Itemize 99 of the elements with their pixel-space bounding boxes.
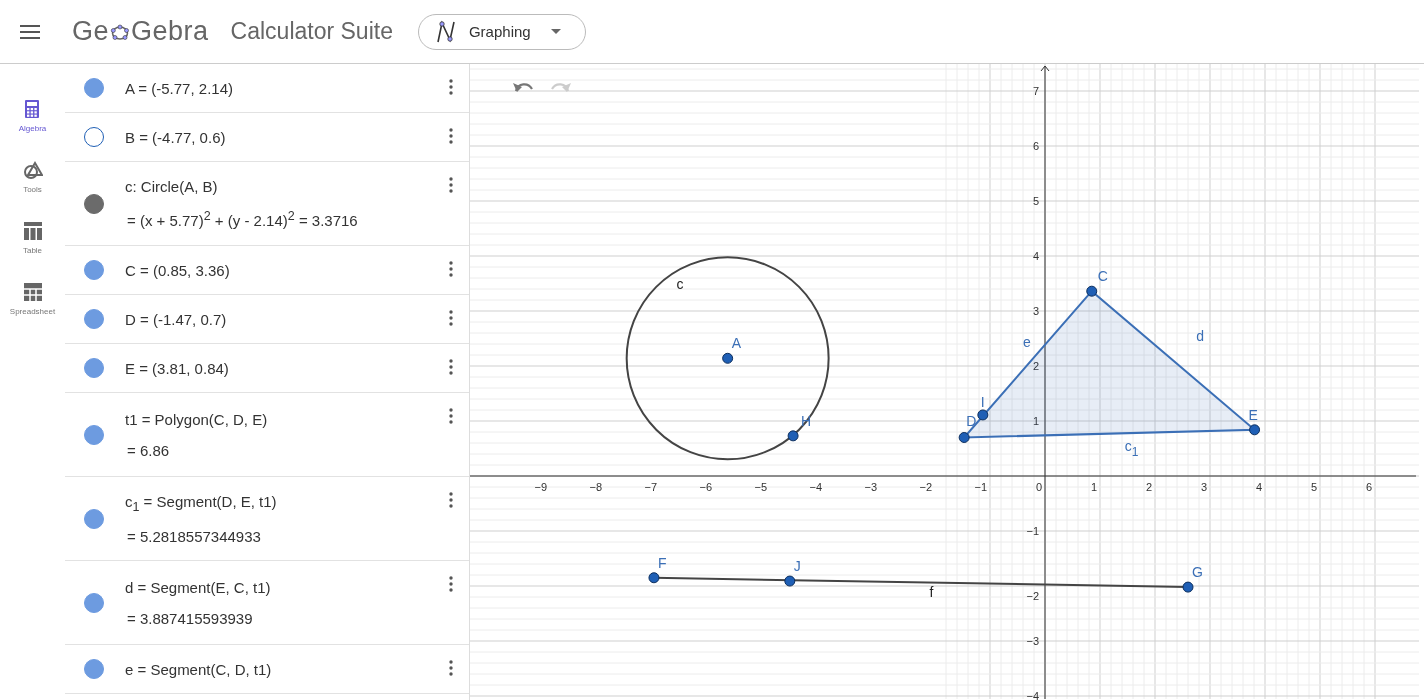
visibility-toggle[interactable] xyxy=(84,193,104,214)
point-label: G xyxy=(1192,564,1203,581)
axis-label: −1 xyxy=(974,481,987,493)
axis-label: −2 xyxy=(919,481,932,493)
more-icon[interactable] xyxy=(449,660,453,676)
more-icon[interactable] xyxy=(449,128,453,144)
axis-label: −4 xyxy=(809,481,822,493)
axis-label: −5 xyxy=(754,481,767,493)
object-label: d xyxy=(1196,328,1205,345)
axis-label: 3 xyxy=(1032,305,1039,317)
axis-label: −2 xyxy=(1026,590,1039,602)
graph-icon xyxy=(434,19,457,44)
logo-icon xyxy=(110,21,131,42)
object-label: f xyxy=(929,584,934,600)
calculator-icon xyxy=(25,100,40,118)
more-icon[interactable] xyxy=(449,79,453,95)
algebra-input[interactable]: d = Segment(E, C, t1) xyxy=(125,578,433,596)
algebra-input[interactable]: c: Circle(A, B) xyxy=(125,178,433,195)
axis-label: −7 xyxy=(644,481,657,493)
algebra-input[interactable]: D = (-1.47, 0.7) xyxy=(125,310,433,328)
axis-label: 6 xyxy=(1032,140,1039,152)
visibility-toggle[interactable] xyxy=(84,592,104,613)
caret-icon xyxy=(550,29,561,34)
algebra-input[interactable]: E = (3.81, 0.84) xyxy=(125,359,433,377)
visibility-toggle[interactable] xyxy=(84,260,104,280)
visibility-toggle[interactable] xyxy=(84,309,104,329)
object-label: e xyxy=(1023,333,1031,350)
point-label: F xyxy=(657,554,667,571)
point-marker xyxy=(1249,424,1261,436)
axis-label: 1 xyxy=(1090,481,1097,493)
axis-label: 5 xyxy=(1032,195,1039,207)
axis-label: −3 xyxy=(864,481,877,493)
point-marker xyxy=(787,430,799,442)
app-title: Calculator Suite xyxy=(230,18,393,45)
axis-label: −1 xyxy=(1026,525,1039,537)
visibility-toggle[interactable] xyxy=(84,508,104,529)
point-marker xyxy=(722,352,734,364)
axis-label: 7 xyxy=(1032,85,1039,97)
algebra-output: = 3.887415593939 xyxy=(126,609,254,627)
point-label: C xyxy=(1097,268,1108,285)
logo-text: Ge xyxy=(72,16,110,47)
more-icon[interactable] xyxy=(449,310,453,326)
axis-label: 4 xyxy=(1032,250,1039,262)
more-icon[interactable] xyxy=(449,408,453,424)
menu-button[interactable] xyxy=(20,24,40,39)
visibility-toggle[interactable] xyxy=(84,78,104,98)
axis-label: −9 xyxy=(534,481,547,493)
spreadsheet-icon xyxy=(23,283,42,301)
axis-label: 2 xyxy=(1145,481,1152,493)
nav-tab[interactable]: Table xyxy=(22,222,43,255)
more-icon[interactable] xyxy=(449,576,453,592)
visibility-toggle[interactable] xyxy=(84,424,104,445)
point-label: J xyxy=(793,558,801,575)
point-marker xyxy=(958,432,970,443)
nav-tab[interactable]: Tools xyxy=(22,161,43,194)
point-marker xyxy=(1182,581,1194,593)
algebra-output: = (x + 5.77)$^{2}$ + (y - 2.14)$^{2}$ = 3.3716 xyxy=(126,209,359,229)
more-icon[interactable] xyxy=(449,492,453,508)
axis-label: −3 xyxy=(1026,635,1039,647)
algebra-input[interactable]: C = (0.85, 3.36) xyxy=(125,261,433,279)
object-label: c xyxy=(676,276,684,292)
point-label: E xyxy=(1248,406,1258,423)
algebra-input[interactable]: B = (-4.77, 0.6) xyxy=(125,128,433,146)
shapes-icon xyxy=(22,161,43,179)
visibility-toggle[interactable] xyxy=(84,127,104,147)
point-marker xyxy=(648,572,660,584)
algebra-input[interactable]: A = (-5.77, 2.14) xyxy=(125,79,433,97)
point-marker xyxy=(977,409,989,421)
axis-label: 4 xyxy=(1255,481,1262,493)
point-marker xyxy=(784,575,796,587)
axis-label: 3 xyxy=(1200,481,1207,493)
visibility-toggle[interactable] xyxy=(84,358,104,378)
point-label: A xyxy=(731,335,741,352)
more-icon[interactable] xyxy=(449,359,453,375)
app-switcher[interactable]: Graphing xyxy=(417,13,586,50)
algebra-input[interactable]: t1 = Polygon(C, D, E) xyxy=(125,410,433,428)
point-label: I xyxy=(980,393,985,410)
more-icon[interactable] xyxy=(449,261,453,277)
algebra-input[interactable]: c$_{1}$ = Segment(D, E, t1) xyxy=(125,492,433,514)
axis-label: −8 xyxy=(589,481,602,493)
more-icon[interactable] xyxy=(449,177,453,193)
axis-label: 5 xyxy=(1310,481,1317,493)
algebra-output: = 6.86 xyxy=(126,441,171,459)
table-icon xyxy=(23,222,42,240)
axis-label: −6 xyxy=(699,481,712,493)
logo-text: Gebra xyxy=(131,16,209,47)
algebra-output: = 5.2818557344933 xyxy=(126,527,262,545)
axis-label: 6 xyxy=(1365,481,1372,493)
axis-label: 0 xyxy=(1035,481,1042,493)
nav-tab[interactable]: Algebra xyxy=(18,100,47,133)
axis-label: −4 xyxy=(1026,690,1039,700)
visibility-toggle[interactable] xyxy=(84,659,104,679)
axis-label: 1 xyxy=(1032,415,1039,427)
axis-label: 2 xyxy=(1032,360,1039,372)
point-label: D xyxy=(966,412,977,429)
point-marker xyxy=(1086,285,1098,297)
nav-tab[interactable]: Spreadsheet xyxy=(9,283,56,316)
object-label: c$_{1}$ xyxy=(1124,438,1139,460)
algebra-input[interactable]: e = Segment(C, D, t1) xyxy=(125,660,433,678)
